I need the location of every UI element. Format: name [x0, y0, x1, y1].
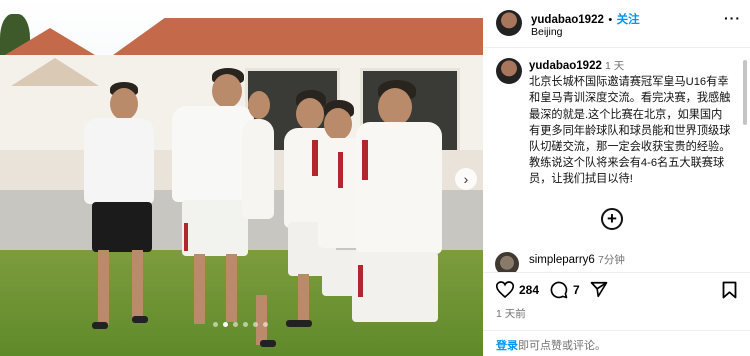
separator-dot: • — [608, 14, 613, 26]
carousel-dot — [233, 322, 238, 327]
carousel-next-button[interactable]: › — [455, 168, 477, 190]
post-header: yudabao1922 • 关注 Beijing ··· — [483, 0, 750, 48]
post-time-ago: 1 天前 — [496, 308, 526, 320]
comment-count: 7 — [573, 283, 580, 297]
caption-time: 1 天 — [604, 60, 625, 72]
share-action[interactable] — [590, 281, 608, 298]
author-avatar[interactable] — [496, 10, 522, 36]
login-link[interactable]: 登录 — [496, 340, 518, 352]
like-action[interactable]: 284 — [496, 281, 539, 298]
author-username[interactable]: yudabao1922 — [531, 14, 604, 26]
login-prompt-text: 即可点赞或评论。 — [518, 340, 606, 352]
login-prompt: 登录即可点赞或评论。 — [483, 330, 750, 356]
follow-button[interactable]: 关注 — [617, 14, 640, 26]
comment-icon[interactable] — [550, 281, 568, 299]
share-icon[interactable] — [590, 281, 608, 298]
post-photo[interactable]: › — [0, 0, 483, 356]
carousel-dot — [253, 322, 258, 327]
post-side-panel: yudabao1922 • 关注 Beijing ··· yudabao1922… — [483, 0, 750, 356]
carousel-dot — [263, 322, 268, 327]
commenter-username[interactable]: simpleparry6 — [529, 254, 595, 266]
post-location[interactable]: Beijing — [531, 26, 563, 38]
caption-text: 北京长城杯国际邀请赛冠军皇马U16有幸和皇马青训深度交流。看完决赛，我感触最深的… — [529, 76, 731, 186]
caption-username[interactable]: yudabao1922 — [529, 60, 602, 72]
carousel-dots — [213, 322, 268, 327]
more-options-icon[interactable]: ··· — [724, 10, 741, 26]
save-action[interactable] — [722, 281, 737, 299]
comments-scrollbar[interactable] — [743, 60, 747, 125]
load-more-comments-icon[interactable]: + — [601, 208, 623, 230]
comment-action[interactable]: 7 — [550, 281, 580, 299]
carousel-dot — [243, 322, 248, 327]
carousel-dot — [213, 322, 218, 327]
caption-avatar[interactable] — [496, 58, 522, 84]
comment-time: 7分钟 — [598, 254, 625, 266]
bookmark-icon[interactable] — [722, 281, 737, 299]
post-caption: yudabao1922 1 天 北京长城杯国际邀请赛冠军皇马U16有幸和皇马青训… — [529, 58, 733, 188]
heart-icon[interactable] — [496, 281, 514, 298]
carousel-dot — [223, 322, 228, 327]
like-count: 284 — [519, 282, 540, 297]
